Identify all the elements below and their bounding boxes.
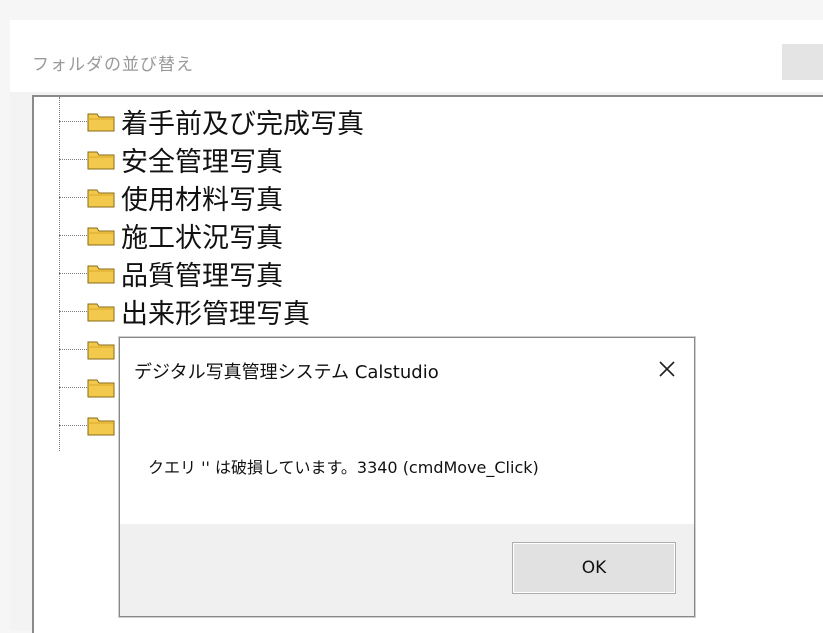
folder-label: 出来形管理写真 <box>121 298 310 330</box>
close-x-icon[interactable] <box>650 352 684 386</box>
tree-branch-line <box>59 158 87 160</box>
folder-icon <box>87 186 115 208</box>
folder-icon <box>87 110 115 132</box>
window-titlebar: フォルダの並び替え <box>10 20 823 92</box>
tree-branch-line <box>59 386 87 388</box>
tree-item-folder[interactable] <box>59 369 121 405</box>
tree-branch-line <box>59 196 87 198</box>
tree-branch-line <box>59 272 87 274</box>
tree-item-folder[interactable]: 使用材料写真 <box>59 179 283 216</box>
tree-branch-line <box>59 424 87 426</box>
tree-branch-line <box>59 310 87 312</box>
folder-icon <box>87 414 115 436</box>
folder-icon <box>87 300 115 322</box>
folder-label: 使用材料写真 <box>121 184 283 216</box>
tree-branch-line <box>59 234 87 236</box>
tree-branch-line <box>59 120 87 122</box>
window-title: フォルダの並び替え <box>32 55 194 75</box>
tree-item-folder[interactable]: 安全管理写真 <box>59 141 283 178</box>
folder-icon <box>87 148 115 170</box>
folder-label: 安全管理写真 <box>121 146 283 178</box>
tree-item-folder[interactable]: 出来形管理写真 <box>59 293 310 330</box>
dialog-content-area: デジタル写真管理システム Calstudio クエリ '' は破損しています。3… <box>120 338 694 524</box>
folder-icon <box>87 376 115 398</box>
tree-item-folder[interactable]: 着手前及び完成写真 <box>59 103 364 140</box>
tree-item-folder[interactable]: 品質管理写真 <box>59 255 283 292</box>
folder-icon <box>87 224 115 246</box>
tree-item-folder[interactable] <box>59 407 121 443</box>
window-close-button[interactable] <box>782 44 823 80</box>
ok-button[interactable]: OK <box>512 542 676 594</box>
tree-item-folder[interactable]: 施工状況写真 <box>59 217 283 254</box>
folder-label: 着手前及び完成写真 <box>121 108 364 140</box>
folder-label: 品質管理写真 <box>121 260 283 292</box>
folder-icon <box>87 262 115 284</box>
dialog-message: クエリ '' は破損しています。3340 (cmdMove_Click) <box>148 458 539 477</box>
dialog-title: デジタル写真管理システム Calstudio <box>134 362 439 383</box>
tree-item-folder[interactable] <box>59 331 121 367</box>
error-dialog: デジタル写真管理システム Calstudio クエリ '' は破損しています。3… <box>119 337 695 617</box>
folder-label: 施工状況写真 <box>121 222 283 254</box>
folder-icon <box>87 338 115 360</box>
tree-branch-line <box>59 348 87 350</box>
